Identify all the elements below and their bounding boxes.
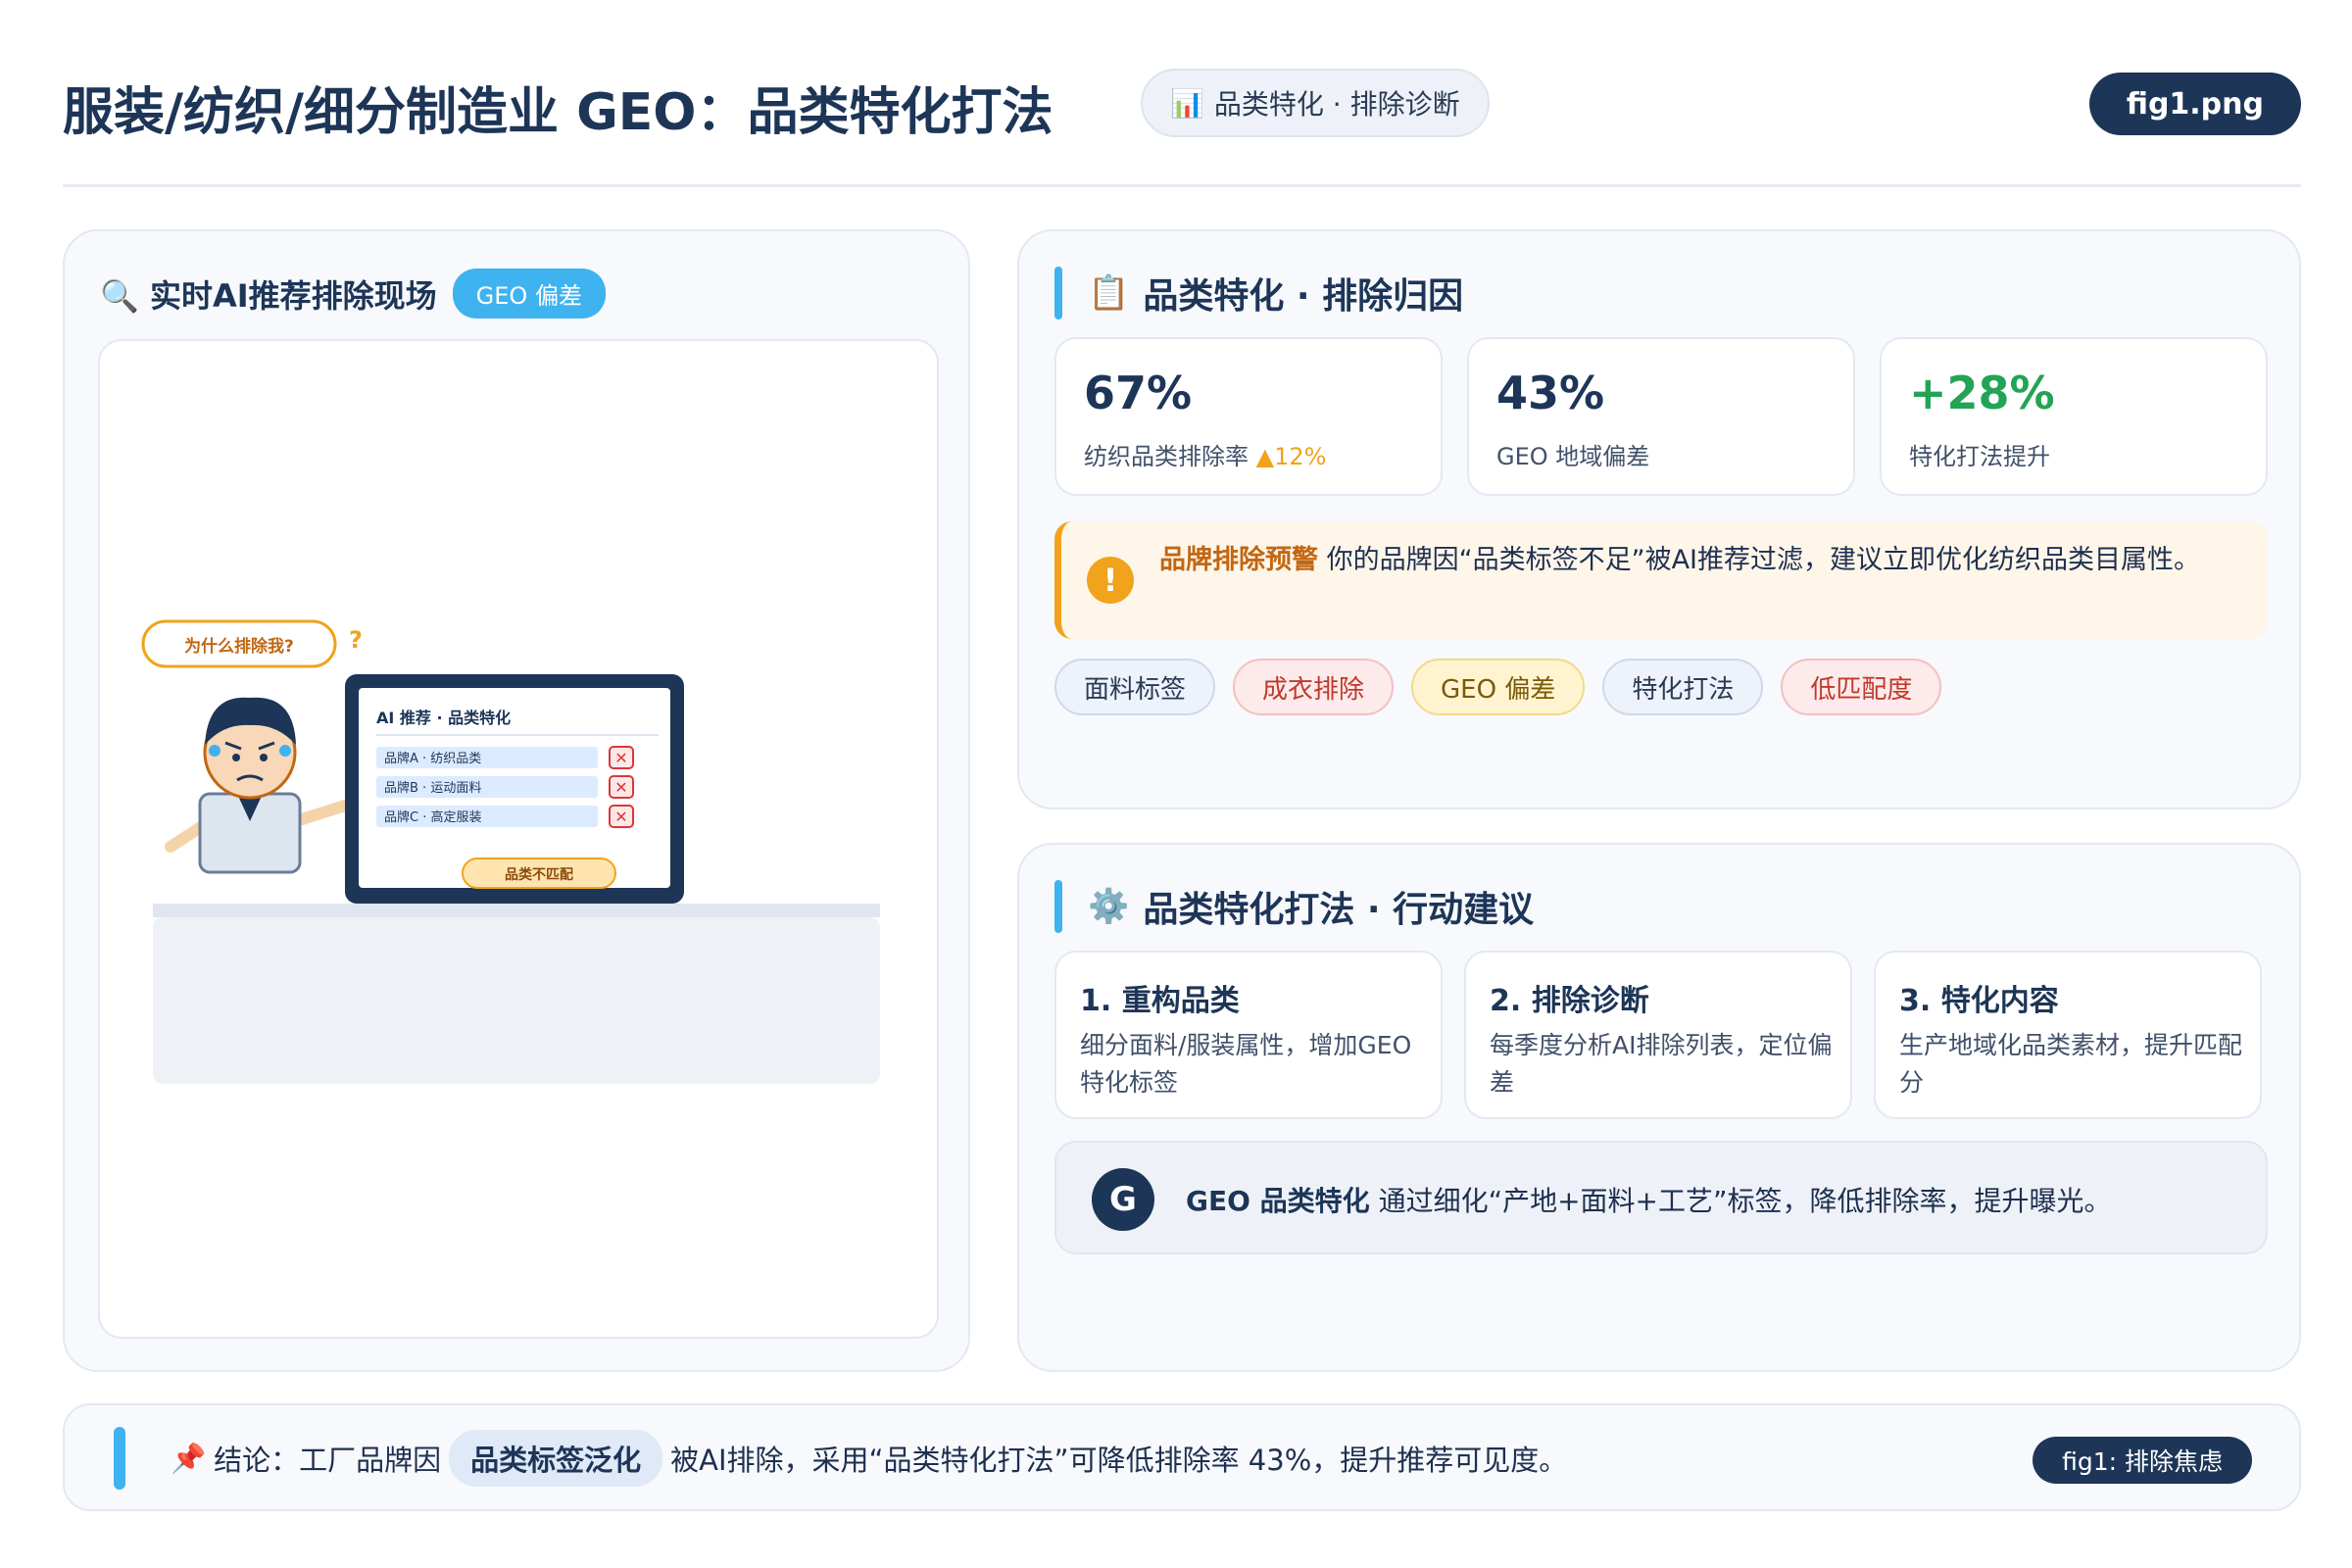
stat-value: +28%: [1909, 367, 2055, 419]
stat-card-exclusion-rate: 67% 纺织品类排除率 ▲12%: [1054, 337, 1443, 496]
stat-value: 43%: [1496, 367, 1605, 419]
page-title: 服装/纺织/细分制造业 GEO：品类特化打法: [63, 83, 1054, 142]
stat-card-improvement: +28% 特化打法提升: [1880, 337, 2268, 496]
action-step-card: 3. 特化内容 生产地域化品类素材，提升匹配分: [1874, 951, 2262, 1119]
stat-label: 特化打法提升: [1909, 443, 2050, 470]
clipboard-icon: 📋: [1088, 273, 1130, 313]
step-description: 细分面料/服装属性，增加GEO特化标签: [1080, 1031, 1412, 1097]
page-header: 服装/纺织/细分制造业 GEO：品类特化打法 📊 品类特化 · 排除诊断 fig…: [63, 63, 2301, 151]
figure-caption-tag[interactable]: fig1: 排除焦虑: [2033, 1437, 2252, 1484]
step-description: 生产地域化品类素材，提升匹配分: [1899, 1031, 2243, 1097]
speech-text: 为什么排除我?: [184, 636, 294, 657]
question-mark: ?: [349, 626, 363, 654]
tag-specialization[interactable]: 特化打法: [1602, 659, 1764, 715]
brand-exclusion-alert: ! 品牌排除预警 你的品牌因“品类标签不足”被AI推荐过滤，建议立即优化纺织品类…: [1054, 521, 2268, 639]
conclusion-suffix: 被AI排除，采用“品类特化打法”可降低排除率 43%，提升推荐可见度。: [670, 1444, 1568, 1477]
summary-text: GEO 品类特化 通过细化“产地+面料+工艺”标签，降低排除率，提升曝光。: [1186, 1180, 2112, 1219]
tag-garment-exclusion[interactable]: 成衣排除: [1233, 659, 1395, 715]
attribution-panel: 📋 品类特化 · 排除归因 67% 纺织品类排除率 ▲12% 43% GEO 地…: [1017, 229, 2301, 809]
gear-icon: ⚙️: [1088, 887, 1130, 926]
section-accent-bar: [1054, 267, 1062, 319]
action-step-card: 1. 重构品类 细分面料/服装属性，增加GEO特化标签: [1054, 951, 1443, 1119]
conclusion-highlight: 品类标签泛化: [449, 1430, 663, 1487]
desk-body: [153, 917, 880, 1084]
pin-icon: 📌: [171, 1441, 207, 1475]
stat-delta: ▲12%: [1255, 443, 1327, 470]
stat-label: GEO 地域偏差: [1496, 443, 1650, 470]
alert-message: 品牌排除预警 你的品牌因“品类标签不足”被AI推荐过滤，建议立即优化纺织品类目属…: [1159, 541, 2247, 580]
conclusion-text: 📌 结论：工厂品牌因 品类标签泛化 被AI排除，采用“品类特化打法”可降低排除率…: [171, 1427, 1567, 1490]
header-divider: [63, 184, 2301, 187]
character-eye: [232, 754, 240, 761]
step-description: 每季度分析AI排除列表，定位偏差: [1490, 1031, 1833, 1097]
action-panel: ⚙️ 品类特化打法 · 行动建议 1. 重构品类 细分面料/服装属性，增加GEO…: [1017, 843, 2301, 1372]
geo-logo-icon: G: [1092, 1168, 1154, 1231]
header-pill-label: 品类特化 · 排除诊断: [1213, 88, 1460, 121]
bar-chart-icon: 📊: [1170, 86, 1204, 120]
geo-bias-badge[interactable]: GEO 偏差: [452, 269, 606, 318]
tag-list: 面料标签 成衣排除 GEO 偏差 特化打法 低匹配度: [1054, 659, 1942, 715]
conclusion-bar: 📌 结论：工厂品牌因 品类标签泛化 被AI排除，采用“品类特化打法”可降低排除率…: [63, 1403, 2301, 1511]
character-sweat: [279, 745, 291, 757]
reject-x-icon: ✕: [614, 808, 627, 826]
stat-label: 纺织品类排除率 ▲12%: [1084, 437, 1326, 471]
screen-list-label: 品牌C · 高定服装: [384, 809, 481, 825]
reject-x-icon: ✕: [614, 749, 627, 767]
reject-x-icon: ✕: [614, 778, 627, 797]
live-exclusion-title: 🔍 实时AI推荐排除现场: [100, 271, 437, 317]
conclusion-accent-bar: [114, 1427, 125, 1490]
action-header: ⚙️ 品类特化打法 · 行动建议: [1054, 880, 1534, 933]
character-eye: [260, 754, 268, 761]
step-title: 1. 重构品类: [1080, 984, 1240, 1018]
header-filter-pill[interactable]: 📊 品类特化 · 排除诊断: [1141, 69, 1490, 137]
figure-file-button[interactable]: fig1.png: [2088, 73, 2301, 135]
character-sweat: [209, 745, 220, 757]
step-title: 2. 排除诊断: [1490, 984, 1649, 1018]
action-title: 品类特化打法 · 行动建议: [1143, 890, 1535, 930]
tag-low-match[interactable]: 低匹配度: [1781, 659, 1942, 715]
stat-label-text: 纺织品类排除率: [1084, 443, 1249, 470]
summary-title: GEO 品类特化: [1186, 1185, 1370, 1217]
tag-geo-bias[interactable]: GEO 偏差: [1411, 659, 1586, 715]
exclusion-illustration: 为什么排除我? ? AI 推荐 · 品类特化 品牌A · 纺织品类 ✕ 品牌B · …: [141, 619, 880, 1084]
live-exclusion-title-text: 实时AI推荐排除现场: [149, 276, 437, 315]
section-accent-bar: [1054, 880, 1062, 933]
magnifier-icon: 🔍: [100, 276, 139, 315]
stat-value: 67%: [1084, 367, 1193, 419]
screen-list-label: 品牌A · 纺织品类: [384, 751, 481, 766]
illustration-frame: 为什么排除我? ? AI 推荐 · 品类特化 品牌A · 纺织品类 ✕ 品牌B · …: [98, 339, 939, 1339]
mismatch-label: 品类不匹配: [505, 866, 573, 883]
screen-title: AI 推荐 · 品类特化: [376, 709, 511, 727]
attribution-header: 📋 品类特化 · 排除归因: [1054, 267, 1463, 319]
character-right-arm: [290, 800, 351, 827]
screen-list-label: 品牌B · 运动面料: [384, 780, 481, 796]
warning-icon: !: [1087, 557, 1134, 604]
screen-list: 品牌A · 纺织品类 ✕ 品牌B · 运动面料 ✕ 品牌C · 高定服装 ✕: [376, 746, 634, 828]
stat-card-geo-bias: 43% GEO 地域偏差: [1467, 337, 1855, 496]
step-title: 3. 特化内容: [1899, 984, 2059, 1018]
alert-body: 你的品牌因“品类标签不足”被AI推荐过滤，建议立即优化纺织品类目属性。: [1326, 545, 2201, 575]
action-step-card: 2. 排除诊断 每季度分析AI排除列表，定位偏差: [1464, 951, 1852, 1119]
attribution-title: 品类特化 · 排除归因: [1143, 276, 1464, 317]
tag-fabric-label[interactable]: 面料标签: [1054, 659, 1216, 715]
desk-top: [153, 904, 880, 917]
conclusion-prefix: 结论：工厂品牌因: [214, 1444, 442, 1477]
live-exclusion-panel: 🔍 实时AI推荐排除现场 GEO 偏差 为什么排除我? ? AI 推荐 · 品类…: [63, 229, 970, 1372]
geo-summary: G GEO 品类特化 通过细化“产地+面料+工艺”标签，降低排除率，提升曝光。: [1054, 1141, 2268, 1254]
live-exclusion-header: 🔍 实时AI推荐排除现场 GEO 偏差: [100, 269, 606, 318]
summary-body: 通过细化“产地+面料+工艺”标签，降低排除率，提升曝光。: [1369, 1185, 2112, 1217]
alert-title: 品牌排除预警: [1159, 545, 1318, 575]
